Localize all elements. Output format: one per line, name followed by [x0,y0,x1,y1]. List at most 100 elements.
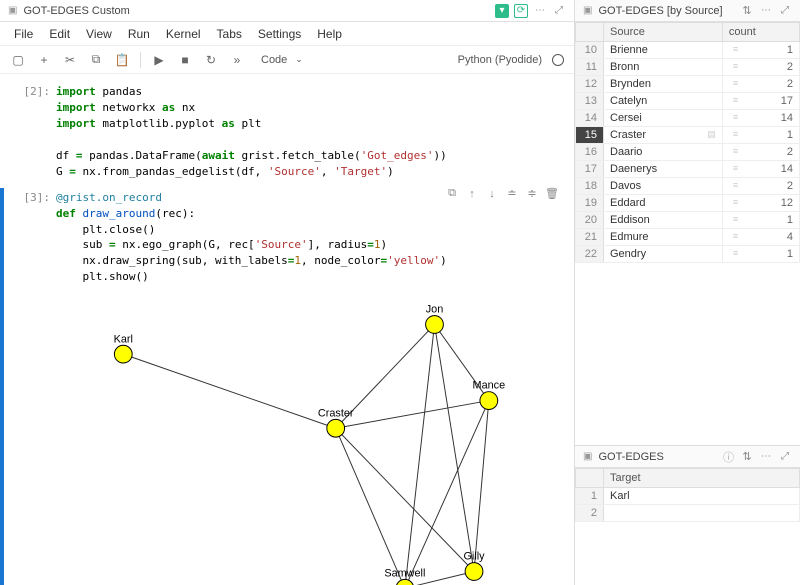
menu-run[interactable]: Run [128,27,150,41]
chart-icon: ≡ [729,248,738,258]
menu-file[interactable]: File [14,27,33,41]
cell-count[interactable]: ≡14 [722,161,799,178]
left-widget-title: GOT-EDGES Custom [23,5,489,17]
table-row[interactable]: 18Davos≡2 [576,178,800,195]
cell-source[interactable]: Edmure [604,229,723,246]
jupyter-toolbar: ▢ + ✂ ⧉ 📋 ▶ ■ ↻ » Code ⌄ Python (Pyodide… [0,46,574,74]
insert-above-icon[interactable]: ≐ [504,186,520,202]
cell-count[interactable]: ≡2 [722,178,799,195]
table-row[interactable]: 19Eddard≡12 [576,195,800,212]
col-source[interactable]: Source [604,23,723,42]
table-row[interactable]: 22Gendry≡1 [576,246,800,263]
table-row[interactable]: 10Brienne≡1 [576,42,800,59]
code-editor[interactable]: @grist.on_record def draw_around(rec): p… [56,188,566,288]
insert-below-icon[interactable]: ≑ [524,186,540,202]
delete-icon[interactable]: 🗑 [544,186,560,202]
more-icon[interactable]: ⋯ [533,4,547,18]
col-count[interactable]: count [722,23,799,42]
expand-icon[interactable]: ⤢ [552,4,566,18]
table-row[interactable]: 15Craster▤≡1 [576,127,800,144]
cell-source[interactable]: Brienne [604,42,723,59]
cell-prompt: [2]: [8,82,56,182]
cell-source[interactable]: Eddard [604,195,723,212]
menu-help[interactable]: Help [317,27,342,41]
cell-count[interactable]: ≡12 [722,195,799,212]
cell-source[interactable]: Bronn [604,59,723,76]
cell-count[interactable]: ≡1 [722,127,799,144]
menu-view[interactable]: View [86,27,112,41]
paste-icon[interactable]: 📋 [114,52,130,68]
move-up-icon[interactable]: ↑ [464,186,480,202]
menu-tabs[interactable]: Tabs [217,27,242,41]
source-table[interactable]: Source count 10Brienne≡111Bronn≡212Brynd… [575,22,800,445]
table-row[interactable]: 12Brynden≡2 [576,76,800,93]
cell-source[interactable]: Daenerys [604,161,723,178]
save-icon[interactable]: ▢ [10,52,26,68]
code-cell-3[interactable]: ⧉ ↑ ↓ ≐ ≑ 🗑 [3]: @grist.on_record def dr… [0,188,574,585]
table-row[interactable]: 14Cersei≡14 [576,110,800,127]
more-icon[interactable]: ⋯ [759,450,773,464]
link-icon: ▤ [703,129,716,140]
chart-icon: ≡ [729,214,738,224]
filter-icon[interactable]: ⇅ [740,4,754,18]
run-icon[interactable]: ▶ [151,52,167,68]
left-widget-header: ▣ GOT-EDGES Custom ▾ ⟳ ⋯ ⤢ [0,0,574,22]
cell-source[interactable]: Gendry [604,246,723,263]
cell-count[interactable]: ≡14 [722,110,799,127]
filter-icon[interactable]: ▾ [495,4,509,18]
move-down-icon[interactable]: ↓ [484,186,500,202]
table-row[interactable]: 20Eddison≡1 [576,212,800,229]
table-row[interactable]: 13Catelyn≡17 [576,93,800,110]
target-table[interactable]: Target 1Karl2 [575,468,800,585]
graph-edge [123,354,335,428]
expand-icon[interactable]: ⤢ [778,4,792,18]
cell-count[interactable]: ≡1 [722,246,799,263]
kernel-status-icon[interactable] [552,54,564,66]
table-row[interactable]: 11Bronn≡2 [576,59,800,76]
cell-count[interactable]: ≡2 [722,76,799,93]
forward-icon[interactable]: » [229,52,245,68]
cell-source[interactable]: Brynden [604,76,723,93]
cell-source[interactable]: Cersei [604,110,723,127]
menu-edit[interactable]: Edit [49,27,70,41]
table-row[interactable]: 2 [576,505,800,522]
cell-count[interactable]: ≡17 [722,93,799,110]
filter-icon[interactable]: ⇅ [740,450,754,464]
duplicate-icon[interactable]: ⧉ [444,186,460,202]
row-number: 21 [576,229,604,246]
code-cell-2[interactable]: [2]: import pandas import networkx as nx… [0,82,574,182]
cell-count[interactable]: ≡2 [722,144,799,161]
rownum-header [576,469,604,488]
cell-count[interactable]: ≡1 [722,212,799,229]
cell-source[interactable]: Craster▤ [604,127,723,144]
table-row[interactable]: 1Karl [576,488,800,505]
table-row[interactable]: 21Edmure≡4 [576,229,800,246]
cell-source[interactable]: Daario [604,144,723,161]
cell-count[interactable]: ≡4 [722,229,799,246]
expand-icon[interactable]: ⤢ [778,450,792,464]
cell-target[interactable] [604,505,800,522]
cell-source[interactable]: Eddison [604,212,723,229]
cell-count[interactable]: ≡2 [722,59,799,76]
menu-settings[interactable]: Settings [258,27,301,41]
notebook-body[interactable]: [2]: import pandas import networkx as nx… [0,74,574,585]
col-target[interactable]: Target [604,469,800,488]
cell-source[interactable]: Catelyn [604,93,723,110]
cell-target[interactable]: Karl [604,488,800,505]
info-icon[interactable]: ⓘ [723,449,734,465]
copy-icon[interactable]: ⧉ [88,52,104,68]
cut-icon[interactable]: ✂ [62,52,78,68]
kernel-name[interactable]: Python (Pyodide) [458,54,542,66]
table-row[interactable]: 16Daario≡2 [576,144,800,161]
restart-icon[interactable]: ↻ [203,52,219,68]
table-row[interactable]: 17Daenerys≡14 [576,161,800,178]
add-cell-icon[interactable]: + [36,52,52,68]
cell-type-select[interactable]: Code ⌄ [255,53,309,67]
more-icon[interactable]: ⋯ [759,4,773,18]
refresh-icon[interactable]: ⟳ [514,4,528,18]
code-editor[interactable]: import pandas import networkx as nx impo… [56,82,566,182]
menu-kernel[interactable]: Kernel [166,27,201,41]
cell-count[interactable]: ≡1 [722,42,799,59]
cell-source[interactable]: Davos [604,178,723,195]
stop-icon[interactable]: ■ [177,52,193,68]
